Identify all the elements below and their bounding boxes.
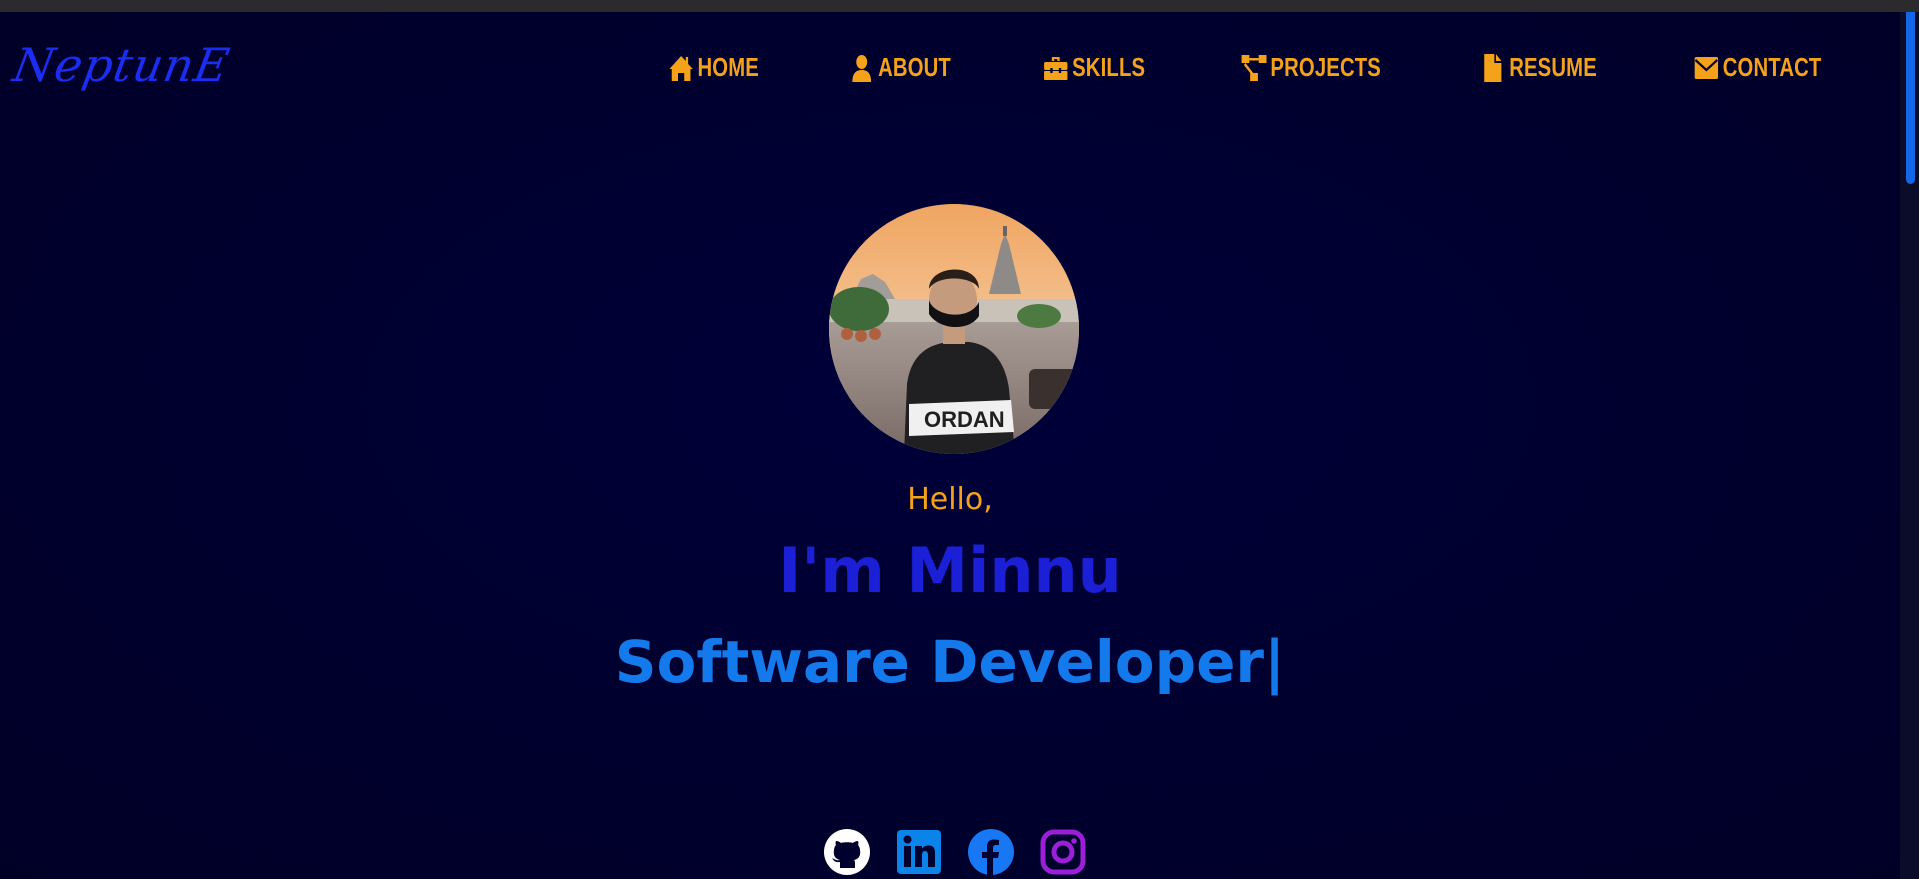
profile-photo: ORDAN xyxy=(829,204,1079,454)
nav-home[interactable]: Home xyxy=(668,52,759,83)
hero-role-typed: Software Developer| xyxy=(614,628,1286,696)
social-links xyxy=(822,827,1088,877)
nav-contact-label: Contact xyxy=(1723,52,1822,82)
nav-resume-label: Resume xyxy=(1509,52,1597,82)
nav-projects-label: Projects xyxy=(1270,52,1382,82)
user-icon xyxy=(849,53,876,83)
scrollbar-thumb[interactable] xyxy=(1906,12,1915,184)
project-diagram-icon xyxy=(1241,53,1268,83)
nav-about[interactable]: About xyxy=(849,52,952,83)
toolbox-icon xyxy=(1042,53,1069,83)
hero-name: I'm Minnu xyxy=(778,534,1122,607)
site-logo[interactable]: NeptunE xyxy=(9,38,234,92)
envelope-icon xyxy=(1694,53,1721,83)
page-scrollbar[interactable] xyxy=(1900,12,1919,879)
nav-projects[interactable]: Projects xyxy=(1241,52,1381,83)
nav-about-label: About xyxy=(878,52,952,82)
nav-contact[interactable]: Contact xyxy=(1694,52,1822,83)
facebook-icon[interactable] xyxy=(966,827,1016,877)
nav-skills-label: Skills xyxy=(1071,52,1145,82)
nav-resume[interactable]: Resume xyxy=(1480,52,1597,83)
main-nav: Home About Skills Projects Resume xyxy=(655,52,1840,83)
nav-skills[interactable]: Skills xyxy=(1042,52,1145,83)
linkedin-icon[interactable] xyxy=(894,827,944,877)
svg-text:ORDAN: ORDAN xyxy=(924,407,1005,432)
instagram-icon[interactable] xyxy=(1038,827,1088,877)
browser-top-strip xyxy=(0,0,1919,12)
greeting-text: Hello, xyxy=(907,482,993,517)
home-icon xyxy=(668,53,695,83)
nav-home-label: Home xyxy=(697,52,760,82)
github-icon[interactable] xyxy=(822,827,872,877)
file-icon xyxy=(1480,53,1507,83)
page: NeptunE Home About Skills Projects xyxy=(0,12,1900,879)
